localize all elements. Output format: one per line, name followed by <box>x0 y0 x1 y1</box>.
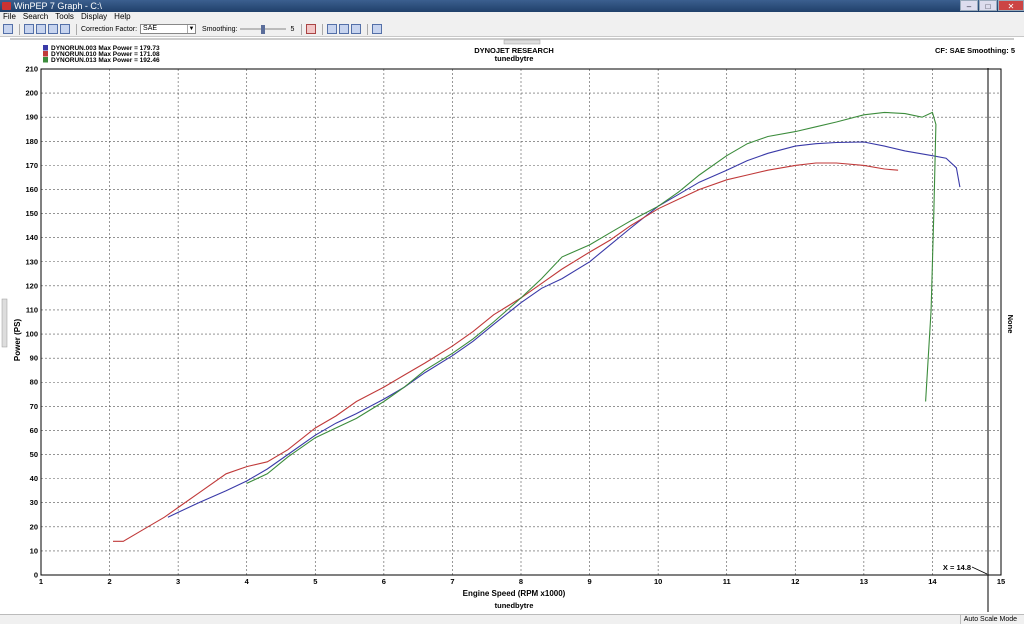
legend-swatch <box>43 57 48 63</box>
x-tick-label: 8 <box>519 577 523 586</box>
y-tick-label: 180 <box>25 137 38 146</box>
x-tick-label: 10 <box>654 577 662 586</box>
y-tick-label: 90 <box>30 354 38 363</box>
copy-icon[interactable] <box>351 24 362 34</box>
correction-factor-value: SAE <box>143 25 158 32</box>
toolbar-separator <box>76 23 77 35</box>
chart-legend: DYNORUN.003 Max Power = 179.73DYNORUN.01… <box>43 45 160 64</box>
x-tick-label: 1 <box>39 577 43 586</box>
menu-bar: File Search Tools Display Help <box>0 12 1024 22</box>
x-axis-label: Engine Speed (RPM x1000) <box>463 589 566 598</box>
toolbar-separator <box>322 23 324 35</box>
cursor-readout: X = 14.8 <box>943 563 971 572</box>
y-tick-label: 160 <box>25 185 38 194</box>
x-tick-label: 12 <box>791 577 799 586</box>
x-tick-label: 9 <box>587 577 591 586</box>
x-tick-label: 13 <box>860 577 868 586</box>
crosshair-icon[interactable] <box>372 24 383 34</box>
menu-help[interactable]: Help <box>114 12 130 22</box>
maximize-button[interactable]: □ <box>979 0 997 11</box>
menu-search[interactable]: Search <box>23 12 48 22</box>
y-axis-label: Power (PS) <box>13 319 22 362</box>
cf-smoothing-info: CF: SAE Smoothing: 5 <box>935 46 1015 55</box>
smoothing-value: 5 <box>290 25 295 33</box>
y-tick-label: 40 <box>30 474 38 483</box>
graph-splitter-handle[interactable] <box>503 39 541 45</box>
graph-area[interactable]: DYNORUN.003 Max Power = 179.73DYNORUN.01… <box>0 37 1024 614</box>
close-button[interactable]: ✕ <box>998 0 1024 11</box>
x-tick-label: 6 <box>382 577 386 586</box>
y-tick-label: 60 <box>30 426 38 435</box>
y-tick-label: 110 <box>26 305 38 314</box>
toolbar-separator <box>19 23 20 35</box>
window-title: WinPEP 7 Graph - C:\ <box>14 1 102 11</box>
clear-icon[interactable] <box>306 24 317 34</box>
app-icon <box>2 2 11 10</box>
y-tick-label: 120 <box>25 281 38 290</box>
correction-factor-label: Correction Factor: <box>81 25 138 33</box>
x-tick-label: 2 <box>107 577 111 586</box>
status-bar: Auto Scale Mode <box>0 614 1024 624</box>
toolbar: Correction Factor: SAE ▼ Smoothing: 5 <box>0 22 1024 37</box>
legend-entry: DYNORUN.013 Max Power = 192.46 <box>51 57 160 64</box>
y-tick-label: 50 <box>30 450 38 459</box>
y-tick-label: 20 <box>30 522 38 531</box>
left-panel-handle[interactable] <box>1 298 8 348</box>
x-tick-label: 3 <box>176 577 180 586</box>
y-tick-label: 200 <box>25 89 38 98</box>
toolbar-separator <box>367 23 369 35</box>
y-tick-label: 190 <box>25 113 38 122</box>
smoothing-slider[interactable] <box>240 24 287 34</box>
title-bar: WinPEP 7 Graph - C:\ – □ ✕ <box>0 0 1024 12</box>
graph-footer-label: tunedbytre <box>495 601 534 610</box>
chevron-down-icon[interactable]: ▼ <box>187 25 195 33</box>
menu-display[interactable]: Display <box>81 12 107 22</box>
graph-background <box>0 37 1024 614</box>
zoom-icon[interactable] <box>327 24 338 34</box>
right-axis-label: None <box>1006 315 1015 334</box>
x-tick-label: 14 <box>928 577 937 586</box>
open-file-icon[interactable] <box>3 24 13 34</box>
run-icon[interactable] <box>24 24 34 34</box>
y-tick-label: 80 <box>30 378 38 387</box>
y-tick-label: 100 <box>25 330 38 339</box>
y-tick-label: 70 <box>30 402 38 411</box>
minimize-button[interactable]: – <box>960 0 978 11</box>
print-icon[interactable] <box>339 24 350 34</box>
x-tick-label: 15 <box>997 577 1005 586</box>
compare-icon[interactable] <box>48 24 58 34</box>
menu-tools[interactable]: Tools <box>55 12 74 22</box>
slider-thumb[interactable] <box>261 24 266 34</box>
legend-swatch <box>43 45 48 51</box>
y-tick-label: 130 <box>25 257 38 266</box>
y-tick-label: 140 <box>25 233 38 242</box>
overlay-icon[interactable] <box>60 24 70 34</box>
run-list-icon[interactable] <box>36 24 46 34</box>
y-tick-label: 10 <box>30 546 38 555</box>
auto-scale-mode-status[interactable]: Auto Scale Mode <box>959 615 1020 624</box>
y-tick-label: 150 <box>25 209 38 218</box>
y-tick-label: 210 <box>25 65 38 74</box>
toolbar-separator <box>301 23 303 35</box>
menu-file[interactable]: File <box>3 12 16 22</box>
y-tick-label: 30 <box>30 498 38 507</box>
y-tick-label: 0 <box>34 571 38 580</box>
smoothing-label: Smoothing: <box>202 25 238 33</box>
graph-header-subtitle: tunedbytre <box>495 54 534 63</box>
x-tick-label: 5 <box>313 577 317 586</box>
legend-swatch <box>43 51 48 57</box>
correction-factor-select[interactable]: SAE ▼ <box>140 24 197 34</box>
y-tick-label: 170 <box>25 161 38 170</box>
x-tick-label: 11 <box>723 577 731 586</box>
x-tick-label: 7 <box>450 577 454 586</box>
